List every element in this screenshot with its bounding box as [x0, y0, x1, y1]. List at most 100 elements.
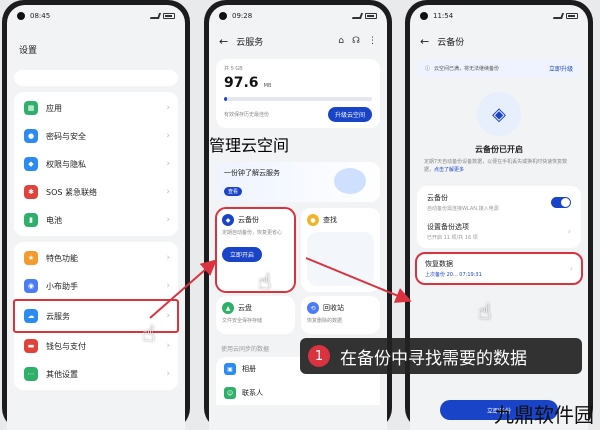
sos-icon: ✱: [24, 185, 38, 199]
page-title: 云服务: [236, 37, 264, 48]
gallery-icon: ▣: [224, 363, 236, 375]
recycle-desc: 恢复删除的数据: [307, 318, 343, 324]
chevron-right-icon: ›: [166, 187, 170, 197]
signal-icon: [552, 13, 565, 19]
settings-screen: 08:45 设置 ▦ 应用 › ● 密码与安全 › ◆ 权限与隐私 › ✱ SOS 紧急联络 ›…: [7, 5, 185, 430]
settings-item-apps[interactable]: ▦ 应用 ›: [14, 94, 178, 122]
tap-hand-icon: ☝: [142, 322, 156, 347]
battery-icon: ▮: [24, 213, 38, 227]
recycle-icon: ⟲: [307, 302, 319, 314]
settings-group-services: ★ 特色功能 › ◉ 小布助手 › ☁ 云服务 › ▬ 钱包与支付 › ⋯ 其他设置 ›: [13, 242, 179, 390]
more-menu-icon[interactable]: ⋮: [368, 36, 377, 46]
camera-icon: [219, 12, 227, 20]
layers-icon: ◈: [477, 92, 521, 136]
auto-backup-toggle[interactable]: [551, 197, 571, 208]
headset-icon[interactable]: ☊: [352, 36, 360, 46]
settings-item-other[interactable]: ⋯ 其他设置 ›: [14, 360, 178, 388]
assistant-icon: ◉: [24, 279, 38, 293]
status-bar: 11:54: [410, 5, 588, 27]
settings-item-privacy[interactable]: ◆ 权限与隐私 ›: [14, 150, 178, 178]
upgrade-storage-button[interactable]: 升级云空间: [327, 107, 372, 122]
backup-icon: ◆: [222, 214, 234, 226]
phone-settings: 08:45 设置 ▦ 应用 › ● 密码与安全 › ◆ 权限与隐私 › ✱ SOS 紧急联络 ›…: [2, 0, 190, 430]
promo-illustration: [334, 168, 366, 194]
enable-backup-button[interactable]: 立即开启: [222, 247, 263, 262]
upgrade-hint: 有效保存历史最佳份: [224, 112, 270, 118]
camera-icon: [420, 12, 428, 20]
upgrade-now-link[interactable]: 立即升级: [549, 64, 573, 73]
camera-icon: [17, 12, 25, 20]
feature-tiles: ◆ 云备份 定期自动备份，恢复更省心 立即开启 ● 查找: [215, 207, 380, 293]
header: ← 云备份: [410, 27, 588, 55]
map-preview: [307, 232, 374, 286]
battery-status-icon: [365, 13, 377, 19]
tile-find[interactable]: ● 查找: [301, 208, 380, 292]
promo-banner[interactable]: 一份钟了解云服务 查看: [216, 162, 380, 202]
restore-title: 恢复数据: [425, 260, 453, 268]
settings-item-sos[interactable]: ✱ SOS 紧急联络 ›: [14, 178, 178, 206]
chevron-right-icon: ›: [166, 311, 170, 321]
chevron-right-icon: ›: [166, 369, 170, 379]
manage-storage-link[interactable]: 管理云空间: [209, 136, 289, 155]
promo-tag[interactable]: 查看: [224, 187, 243, 196]
grid-icon: ▦: [24, 101, 38, 115]
tile-recycle-bin[interactable]: ⟲ 回收站 恢复删除的数据: [301, 296, 380, 334]
storage-unit: MB: [263, 83, 272, 89]
watermark: 九鼎软件园: [494, 403, 594, 427]
storage-progress-fill: [224, 97, 227, 101]
chevron-right-icon: ›: [166, 281, 170, 291]
chevron-right-icon: ›: [569, 264, 573, 273]
storage-used: 97.6: [224, 75, 259, 91]
chevron-right-icon: ›: [166, 131, 170, 141]
settings-group: [14, 70, 178, 86]
lock-icon: ●: [24, 129, 38, 143]
storage-card: 共 5 GB 97.6 MB 有效保存历史最佳份 升级云空间: [216, 59, 380, 128]
settings-item-assistant[interactable]: ◉ 小布助手 ›: [14, 272, 178, 300]
status-bar: 08:45: [7, 5, 185, 27]
backup-description: 定期7天自动备份设备数据，以便在手机丢失或换机时快速恢复数据，点击了解更多: [424, 159, 568, 173]
status-time: 09:28: [232, 12, 253, 20]
tile-cloud-backup[interactable]: ◆ 云备份 定期自动备份，恢复更省心 立即开启: [215, 207, 296, 293]
settings-item-password[interactable]: ● 密码与安全 ›: [14, 122, 178, 150]
wallet-icon: ▬: [24, 339, 38, 353]
signal-icon: [351, 13, 364, 19]
storage-total: 共 5 GB: [224, 66, 243, 72]
status-bar: 09:28: [209, 5, 387, 27]
learn-more-link[interactable]: 点击了解更多: [434, 167, 464, 173]
status-time: 11:54: [433, 12, 454, 20]
chevron-right-icon: ›: [166, 253, 170, 263]
backup-hero: ◈ 云备份已开启 定期7天自动备份设备数据，以便在手机丢失或换机时快速恢复数据，…: [410, 82, 588, 182]
page-title: 云备份: [437, 37, 465, 48]
back-arrow-icon[interactable]: ←: [219, 35, 228, 48]
backup-settings-card: 云备份 自动备份需连接WLAN,接入电源 设置备份选项 已开启 11 项/共 16 …: [417, 186, 581, 248]
page-title: 设置: [19, 46, 38, 56]
auto-backup-row: 云备份 自动备份需连接WLAN,接入电源: [417, 188, 581, 217]
status-time: 08:45: [30, 12, 51, 20]
star-icon: ★: [24, 251, 38, 265]
settings-item-battery[interactable]: ▮ 电池 ›: [14, 206, 178, 234]
tap-hand-icon: ☝: [478, 300, 492, 325]
instruction-text: 在备份中寻找需要的数据: [340, 348, 527, 369]
info-icon: ⓘ: [425, 66, 431, 72]
chevron-right-icon: ›: [166, 159, 170, 169]
contacts-icon: ☺: [224, 387, 236, 399]
shield-icon: ◆: [24, 157, 38, 171]
chevron-right-icon: ›: [166, 103, 170, 113]
tile-cloud-disk[interactable]: ▲ 云盘 文件安全保存存储: [216, 296, 295, 334]
chevron-right-icon: ›: [166, 341, 170, 351]
backup-options-row[interactable]: 设置备份选项 已开启 11 项/共 16 项 ›: [417, 217, 581, 246]
restore-data-row[interactable]: 恢复数据 上次备份 20... 07:19:31 ›: [415, 252, 583, 285]
step-number: 1: [308, 345, 330, 367]
header: ← 云服务 ⌂ ☊ ⋮: [209, 27, 387, 55]
backup-desc: 定期自动备份，恢复更省心: [222, 230, 283, 236]
storage-full-notice: ⓘ 云空间已满，将无法继续备份 立即升级: [417, 59, 581, 78]
gift-icon[interactable]: ⌂: [338, 36, 344, 46]
storage-progress-bar: [224, 97, 372, 101]
battery-status-icon: [566, 13, 578, 19]
tap-hand-icon: ☝: [258, 270, 272, 295]
sync-item-contacts[interactable]: ☺ 联系人: [216, 381, 380, 405]
back-arrow-icon[interactable]: ←: [420, 35, 429, 48]
chevron-right-icon: ›: [166, 215, 170, 225]
more-icon: ⋯: [24, 367, 38, 381]
settings-item-features[interactable]: ★ 特色功能 ›: [14, 244, 178, 272]
